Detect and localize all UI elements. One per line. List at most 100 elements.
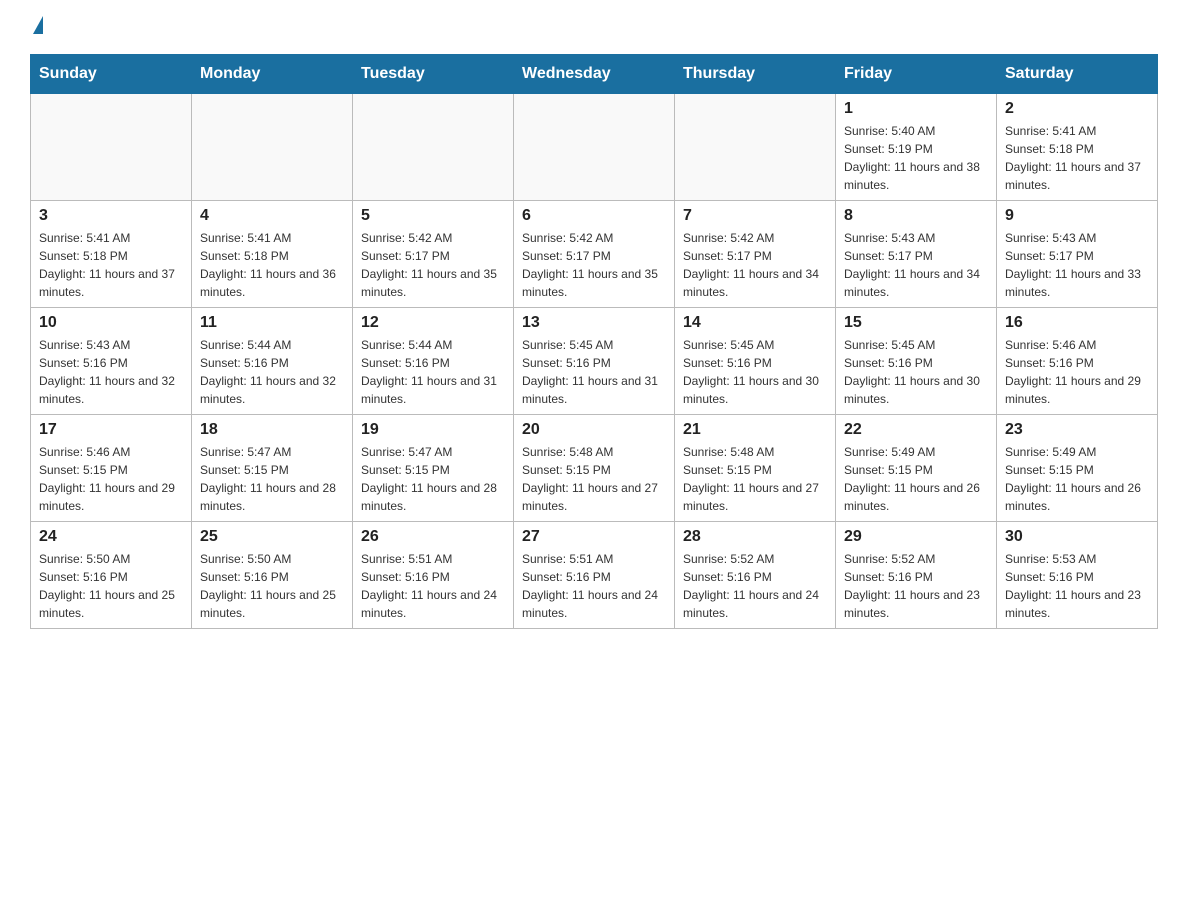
calendar-cell [675,94,836,201]
calendar-cell: 26 Sunrise: 5:51 AM Sunset: 5:16 PM Dayli… [353,522,514,629]
calendar-week-row: 17 Sunrise: 5:46 AM Sunset: 5:15 PM Dayli… [31,415,1158,522]
day-number: 29 [844,528,988,546]
calendar-cell: 16 Sunrise: 5:46 AM Sunset: 5:16 PM Dayli… [997,308,1158,415]
calendar-cell: 22 Sunrise: 5:49 AM Sunset: 5:15 PM Dayli… [836,415,997,522]
logo [30,20,43,34]
calendar-cell: 27 Sunrise: 5:51 AM Sunset: 5:16 PM Dayli… [514,522,675,629]
calendar-cell: 5 Sunrise: 5:42 AM Sunset: 5:17 PM Daylig… [353,201,514,308]
day-number: 18 [200,421,344,439]
day-info: Sunrise: 5:50 AM Sunset: 5:16 PM Dayligh… [200,550,344,622]
day-number: 24 [39,528,183,546]
day-info: Sunrise: 5:43 AM Sunset: 5:16 PM Dayligh… [39,336,183,408]
calendar-cell: 10 Sunrise: 5:43 AM Sunset: 5:16 PM Dayli… [31,308,192,415]
calendar-cell: 29 Sunrise: 5:52 AM Sunset: 5:16 PM Dayli… [836,522,997,629]
day-info: Sunrise: 5:48 AM Sunset: 5:15 PM Dayligh… [522,443,666,515]
day-info: Sunrise: 5:41 AM Sunset: 5:18 PM Dayligh… [200,229,344,301]
day-info: Sunrise: 5:42 AM Sunset: 5:17 PM Dayligh… [522,229,666,301]
calendar-table: SundayMondayTuesdayWednesdayThursdayFrid… [30,54,1158,629]
weekday-header-wednesday: Wednesday [514,55,675,94]
day-info: Sunrise: 5:50 AM Sunset: 5:16 PM Dayligh… [39,550,183,622]
day-number: 14 [683,314,827,332]
calendar-week-row: 3 Sunrise: 5:41 AM Sunset: 5:18 PM Daylig… [31,201,1158,308]
day-number: 1 [844,100,988,118]
day-info: Sunrise: 5:51 AM Sunset: 5:16 PM Dayligh… [361,550,505,622]
logo-triangle-icon [33,16,43,34]
day-info: Sunrise: 5:45 AM Sunset: 5:16 PM Dayligh… [522,336,666,408]
day-number: 25 [200,528,344,546]
calendar-cell: 8Sunrise: 5:43 AM Sunset: 5:17 PM Daylig… [836,201,997,308]
day-number: 27 [522,528,666,546]
day-info: Sunrise: 5:43 AM Sunset: 5:17 PM Dayligh… [1005,229,1149,301]
calendar-week-row: 1 Sunrise: 5:40 AM Sunset: 5:19 PM Daylig… [31,94,1158,201]
day-number: 16 [1005,314,1149,332]
day-info: Sunrise: 5:46 AM Sunset: 5:15 PM Dayligh… [39,443,183,515]
day-info: Sunrise: 5:46 AM Sunset: 5:16 PM Dayligh… [1005,336,1149,408]
weekday-header-thursday: Thursday [675,55,836,94]
calendar-cell: 6 Sunrise: 5:42 AM Sunset: 5:17 PM Daylig… [514,201,675,308]
calendar-cell: 15 Sunrise: 5:45 AM Sunset: 5:16 PM Dayli… [836,308,997,415]
day-number: 17 [39,421,183,439]
day-info: Sunrise: 5:48 AM Sunset: 5:15 PM Dayligh… [683,443,827,515]
day-info: Sunrise: 5:52 AM Sunset: 5:16 PM Dayligh… [844,550,988,622]
day-number: 28 [683,528,827,546]
day-number: 2 [1005,100,1149,118]
calendar-cell: 9 Sunrise: 5:43 AM Sunset: 5:17 PM Daylig… [997,201,1158,308]
weekday-header-sunday: Sunday [31,55,192,94]
day-info: Sunrise: 5:44 AM Sunset: 5:16 PM Dayligh… [361,336,505,408]
day-info: Sunrise: 5:49 AM Sunset: 5:15 PM Dayligh… [844,443,988,515]
day-info: Sunrise: 5:53 AM Sunset: 5:16 PM Dayligh… [1005,550,1149,622]
day-number: 22 [844,421,988,439]
calendar-cell: 28 Sunrise: 5:52 AM Sunset: 5:16 PM Dayli… [675,522,836,629]
day-info: Sunrise: 5:52 AM Sunset: 5:16 PM Dayligh… [683,550,827,622]
day-info: Sunrise: 5:41 AM Sunset: 5:18 PM Dayligh… [1005,122,1149,194]
day-number: 30 [1005,528,1149,546]
calendar-cell: 2 Sunrise: 5:41 AM Sunset: 5:18 PM Daylig… [997,94,1158,201]
day-number: 6 [522,207,666,225]
calendar-cell: 21 Sunrise: 5:48 AM Sunset: 5:15 PM Dayli… [675,415,836,522]
day-number: 10 [39,314,183,332]
calendar-week-row: 10 Sunrise: 5:43 AM Sunset: 5:16 PM Dayli… [31,308,1158,415]
day-number: 3 [39,207,183,225]
day-info: Sunrise: 5:47 AM Sunset: 5:15 PM Dayligh… [361,443,505,515]
calendar-cell: 30 Sunrise: 5:53 AM Sunset: 5:16 PM Dayli… [997,522,1158,629]
day-number: 12 [361,314,505,332]
calendar-cell: 23Sunrise: 5:49 AM Sunset: 5:15 PM Dayli… [997,415,1158,522]
weekday-header-monday: Monday [192,55,353,94]
calendar-cell: 3 Sunrise: 5:41 AM Sunset: 5:18 PM Daylig… [31,201,192,308]
calendar-cell [353,94,514,201]
day-number: 15 [844,314,988,332]
day-number: 4 [200,207,344,225]
day-info: Sunrise: 5:45 AM Sunset: 5:16 PM Dayligh… [683,336,827,408]
day-number: 7 [683,207,827,225]
calendar-cell: 4 Sunrise: 5:41 AM Sunset: 5:18 PM Daylig… [192,201,353,308]
calendar-cell: 7 Sunrise: 5:42 AM Sunset: 5:17 PM Daylig… [675,201,836,308]
calendar-cell: 13 Sunrise: 5:45 AM Sunset: 5:16 PM Dayli… [514,308,675,415]
day-info: Sunrise: 5:40 AM Sunset: 5:19 PM Dayligh… [844,122,988,194]
calendar-cell: 11Sunrise: 5:44 AM Sunset: 5:16 PM Dayli… [192,308,353,415]
day-number: 11 [200,314,344,332]
calendar-cell: 17 Sunrise: 5:46 AM Sunset: 5:15 PM Dayli… [31,415,192,522]
day-info: Sunrise: 5:42 AM Sunset: 5:17 PM Dayligh… [361,229,505,301]
calendar-cell: 25 Sunrise: 5:50 AM Sunset: 5:16 PM Dayli… [192,522,353,629]
day-number: 13 [522,314,666,332]
day-number: 26 [361,528,505,546]
day-number: 21 [683,421,827,439]
calendar-cell: 1 Sunrise: 5:40 AM Sunset: 5:19 PM Daylig… [836,94,997,201]
day-info: Sunrise: 5:51 AM Sunset: 5:16 PM Dayligh… [522,550,666,622]
day-number: 19 [361,421,505,439]
weekday-header-saturday: Saturday [997,55,1158,94]
day-info: Sunrise: 5:45 AM Sunset: 5:16 PM Dayligh… [844,336,988,408]
day-info: Sunrise: 5:41 AM Sunset: 5:18 PM Dayligh… [39,229,183,301]
day-info: Sunrise: 5:42 AM Sunset: 5:17 PM Dayligh… [683,229,827,301]
calendar-cell: 19 Sunrise: 5:47 AM Sunset: 5:15 PM Dayli… [353,415,514,522]
day-number: 5 [361,207,505,225]
calendar-cell [514,94,675,201]
calendar-cell: 20Sunrise: 5:48 AM Sunset: 5:15 PM Dayli… [514,415,675,522]
day-number: 9 [1005,207,1149,225]
calendar-week-row: 24 Sunrise: 5:50 AM Sunset: 5:16 PM Dayli… [31,522,1158,629]
calendar-cell: 14 Sunrise: 5:45 AM Sunset: 5:16 PM Dayli… [675,308,836,415]
day-number: 23 [1005,421,1149,439]
calendar-cell [192,94,353,201]
weekday-header-friday: Friday [836,55,997,94]
weekday-header-row: SundayMondayTuesdayWednesdayThursdayFrid… [31,55,1158,94]
